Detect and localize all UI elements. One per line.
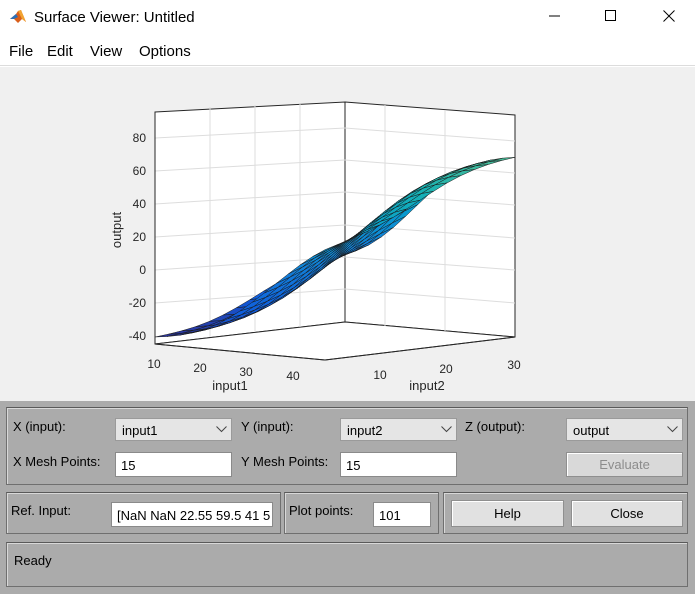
plot-points-label: Plot points: (289, 503, 354, 518)
ref-input-field[interactable]: [NaN NaN 22.55 59.5 41 5 (111, 502, 273, 527)
z-tick: 40 (133, 197, 147, 211)
plot-points-value: 101 (379, 508, 401, 523)
close-window-button[interactable] (646, 0, 692, 32)
z-tick: 60 (133, 164, 147, 178)
x-input-select-value: input1 (122, 423, 158, 438)
z-output-label: Z (output): (465, 419, 525, 434)
plot-points-field[interactable]: 101 (373, 502, 431, 527)
maximize-icon (605, 10, 616, 21)
y-input-select-value: input2 (347, 423, 383, 438)
y-tick: 30 (507, 358, 521, 372)
x-tick: 40 (286, 369, 300, 383)
chevron-down-icon (211, 419, 231, 440)
status-text: Ready (14, 553, 52, 568)
x-tick: 10 (147, 357, 161, 371)
ref-input-value: [NaN NaN 22.55 59.5 41 5 (117, 508, 271, 523)
y-axis-label: input2 (409, 378, 444, 393)
x-axis-label: input1 (212, 378, 247, 393)
y-input-label: Y (input): (241, 419, 294, 434)
z-output-select[interactable]: output (566, 418, 683, 441)
z-tick: 20 (133, 230, 147, 244)
z-axis-label: output (109, 212, 124, 249)
menu-view[interactable]: View (90, 43, 122, 60)
ref-input-label: Ref. Input: (11, 503, 71, 518)
matlab-icon (10, 10, 26, 23)
x-mesh-value: 15 (121, 458, 136, 473)
menu-edit[interactable]: Edit (47, 43, 73, 60)
plot-points-panel: Plot points: 101 (284, 492, 439, 534)
minimize-icon (549, 15, 560, 17)
evaluate-button[interactable]: Evaluate (566, 452, 683, 477)
close-icon (663, 10, 675, 22)
chevron-down-icon (662, 419, 682, 440)
axis-selection-panel: X (input): input1 Y (input): input2 Z (o… (6, 407, 688, 485)
menu-bar: File Edit View Options (0, 36, 695, 66)
help-button[interactable]: Help (451, 500, 564, 527)
buttons-panel: Help Close (443, 492, 688, 534)
y-mesh-value: 15 (346, 458, 361, 473)
y-mesh-field[interactable]: 15 (340, 452, 457, 477)
z-tick: 0 (139, 263, 146, 277)
control-panel: X (input): input1 Y (input): input2 Z (o… (0, 401, 695, 594)
y-input-select[interactable]: input2 (340, 418, 457, 441)
window-title: Surface Viewer: Untitled (34, 9, 195, 26)
surface-plot[interactable]: 80 60 40 20 0 -20 -40 output 10 20 30 40… (0, 67, 695, 401)
title-bar: Surface Viewer: Untitled (0, 0, 695, 36)
maximize-button[interactable] (588, 0, 634, 32)
close-button[interactable]: Close (571, 500, 683, 527)
x-input-select[interactable]: input1 (115, 418, 232, 441)
z-axis-ticks: 80 60 40 20 0 -20 -40 (129, 131, 147, 343)
x-tick: 20 (193, 361, 207, 375)
back-wall-right (344, 101, 516, 338)
y-axis-ticks: 10 20 30 (373, 358, 521, 382)
chevron-down-icon (436, 419, 456, 440)
z-tick: -20 (129, 296, 147, 310)
z-output-select-value: output (573, 423, 610, 438)
ref-input-panel: Ref. Input: [NaN NaN 22.55 59.5 41 5 (6, 492, 281, 534)
menu-file[interactable]: File (9, 43, 33, 60)
z-tick: 80 (133, 131, 147, 145)
x-tick: 30 (239, 365, 253, 379)
minimize-button[interactable] (532, 0, 578, 32)
x-mesh-label: X Mesh Points: (13, 454, 101, 469)
x-mesh-field[interactable]: 15 (115, 452, 232, 477)
y-mesh-label: Y Mesh Points: (241, 454, 329, 469)
status-panel (6, 542, 688, 587)
plot-area[interactable]: 80 60 40 20 0 -20 -40 output 10 20 30 40… (0, 67, 695, 401)
y-tick: 20 (439, 362, 453, 376)
z-tick: -40 (129, 329, 147, 343)
menu-options[interactable]: Options (139, 43, 191, 60)
y-tick: 10 (373, 368, 387, 382)
x-input-label: X (input): (13, 419, 66, 434)
